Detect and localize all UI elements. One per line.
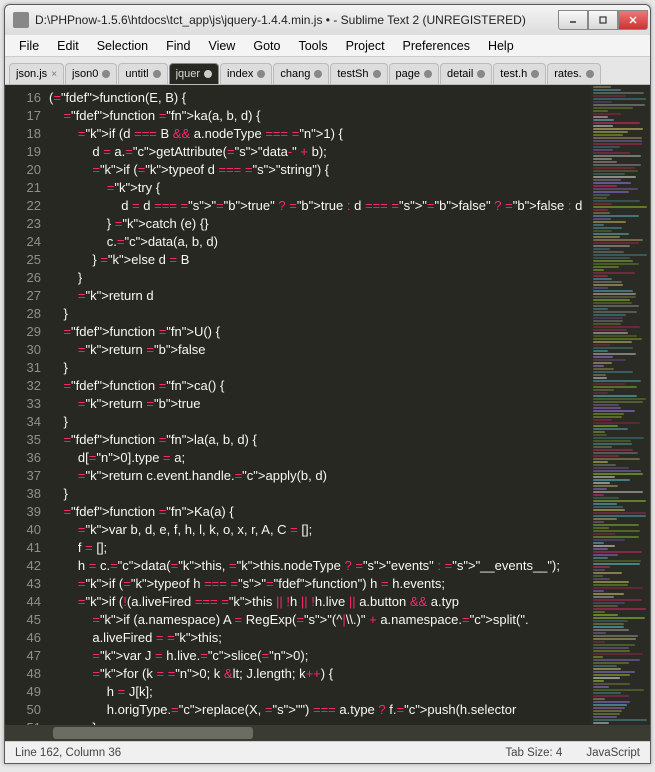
tab-dirty-indicator — [102, 70, 110, 78]
tab-7[interactable]: page — [389, 63, 439, 84]
tabbar: json.js × json0 untitl jquer index chang testSh… — [5, 57, 650, 85]
tab-dirty-indicator — [314, 70, 322, 78]
menu-edit[interactable]: Edit — [49, 37, 87, 55]
status-cursor-position[interactable]: Line 162, Column 36 — [15, 747, 505, 759]
menu-project[interactable]: Project — [338, 37, 393, 55]
menubar: FileEditSelectionFindViewGotoToolsProjec… — [5, 35, 650, 57]
app-icon — [13, 12, 29, 28]
menu-find[interactable]: Find — [158, 37, 198, 55]
line-number-gutter: 1617181920212223242526272829303132333435… — [5, 85, 49, 725]
tab-dirty-indicator — [424, 70, 432, 78]
tab-3[interactable]: jquer — [169, 63, 219, 84]
tab-4[interactable]: index — [220, 63, 272, 84]
tab-dirty-indicator — [531, 70, 539, 78]
tab-dirty-indicator — [373, 70, 381, 78]
tab-label: json.js — [16, 68, 47, 80]
tab-dirty-indicator — [204, 70, 212, 78]
tab-0[interactable]: json.js × — [9, 63, 64, 84]
tab-dirty-indicator — [586, 70, 594, 78]
menu-goto[interactable]: Goto — [245, 37, 288, 55]
scrollbar-thumb[interactable] — [53, 727, 253, 739]
maximize-button[interactable] — [588, 10, 618, 30]
tab-label: rates. — [554, 68, 582, 80]
app-window: D:\PHPnow-1.5.6\htdocs\tct_app\js\jquery… — [4, 4, 651, 764]
tab-label: json0 — [72, 68, 98, 80]
tab-6[interactable]: testSh — [330, 63, 387, 84]
titlebar[interactable]: D:\PHPnow-1.5.6\htdocs\tct_app\js\jquery… — [5, 5, 650, 35]
tab-label: detail — [447, 68, 473, 80]
minimize-button[interactable] — [558, 10, 588, 30]
minimap[interactable] — [590, 85, 650, 725]
horizontal-scrollbar[interactable] — [5, 725, 650, 741]
tab-label: untitl — [125, 68, 148, 80]
menu-file[interactable]: File — [11, 37, 47, 55]
menu-view[interactable]: View — [200, 37, 243, 55]
tab-dirty-indicator — [257, 70, 265, 78]
tab-9[interactable]: test.h — [493, 63, 546, 84]
menu-preferences[interactable]: Preferences — [395, 37, 478, 55]
window-title: D:\PHPnow-1.5.6\htdocs\tct_app\js\jquery… — [35, 13, 558, 27]
close-button[interactable] — [618, 10, 648, 30]
status-language[interactable]: JavaScript — [586, 747, 640, 759]
menu-tools[interactable]: Tools — [290, 37, 335, 55]
status-tab-size[interactable]: Tab Size: 4 — [505, 747, 562, 759]
tab-1[interactable]: json0 — [65, 63, 117, 84]
menu-selection[interactable]: Selection — [89, 37, 156, 55]
tab-close-icon[interactable]: × — [51, 69, 57, 80]
tab-5[interactable]: chang — [273, 63, 329, 84]
tab-label: index — [227, 68, 253, 80]
tab-dirty-indicator — [477, 70, 485, 78]
tab-10[interactable]: rates. — [547, 63, 601, 84]
editor-area[interactable]: 1617181920212223242526272829303132333435… — [5, 85, 650, 725]
tab-dirty-indicator — [153, 70, 161, 78]
tab-label: jquer — [176, 68, 200, 80]
tab-8[interactable]: detail — [440, 63, 492, 84]
statusbar: Line 162, Column 36 Tab Size: 4 JavaScri… — [5, 741, 650, 763]
tab-label: testSh — [337, 68, 368, 80]
tab-label: test.h — [500, 68, 527, 80]
tab-label: chang — [280, 68, 310, 80]
menu-help[interactable]: Help — [480, 37, 522, 55]
tab-2[interactable]: untitl — [118, 63, 167, 84]
tab-label: page — [396, 68, 420, 80]
code-editor[interactable]: (="fdef">function(E, B) { ="fdef">functi… — [49, 85, 590, 725]
